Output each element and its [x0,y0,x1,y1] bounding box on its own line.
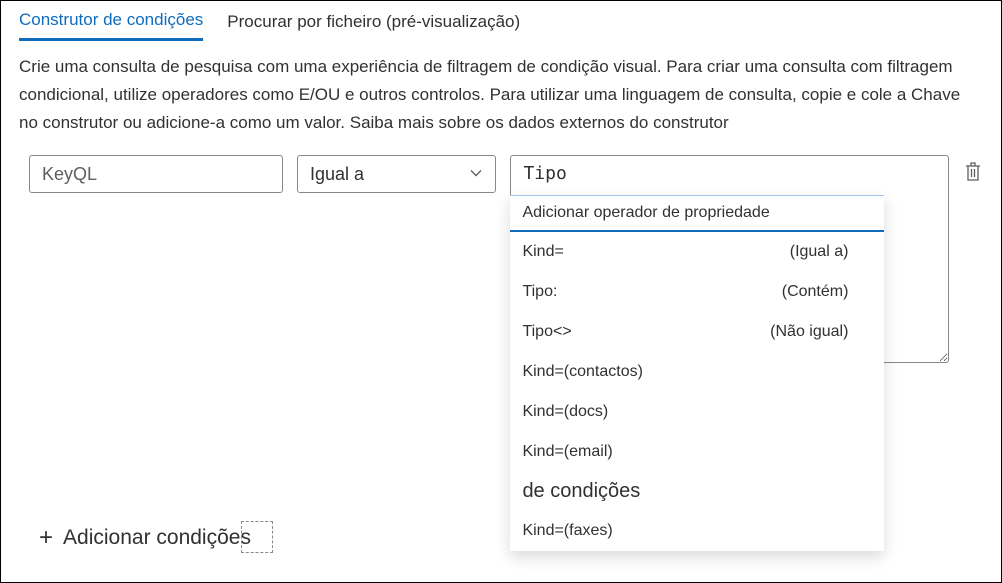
field-value-wrap: Tipo Adicionar operador de propriedade K… [510,155,949,366]
operator-label: Igual a [310,164,364,185]
dropdown-item-label: Tipo<> [522,323,571,341]
field-operator-select[interactable]: Igual a [297,155,496,193]
dropdown-item-label: Kind= [522,243,563,261]
dropdown-item-hint: (Igual a) [790,243,873,261]
description-text: Crie uma consulta de pesquisa com uma ex… [1,41,1001,141]
dropdown-item-hint: (Não igual) [770,323,872,341]
tabs-bar: Construtor de condições Procurar por fic… [1,1,1001,41]
dropdown-item[interactable]: Kind=(contactos) [510,352,884,392]
dropdown-item[interactable]: Kind= (Igual a) [510,232,884,272]
dropdown-item[interactable]: Kind=(docs) [510,392,884,432]
dropdown-item[interactable]: Tipo: (Contém) [510,272,884,312]
tab-condition-builder[interactable]: Construtor de condições [19,4,203,41]
property-operator-dropdown: Adicionar operador de propriedade Kind=(… [510,195,884,551]
add-conditions-label: Adicionar condições [63,526,251,550]
condition-row: Igual a Tipo Adicionar operador de propr… [1,141,1001,366]
dropdown-item-hint [848,443,872,461]
dropdown-item-label: Kind=(contactos) [522,363,643,381]
tab-search-file[interactable]: Procurar por ficheiro (pré-visualização) [227,6,520,40]
dropdown-item[interactable]: Kind=(email) [510,432,884,472]
dropdown-item-hint [848,522,872,540]
dropdown-item[interactable]: Tipo<> (Não igual) [510,312,884,352]
dropdown-item[interactable]: Kind=(faxes) [510,511,884,551]
dropdown-group-label: de condições [510,472,884,511]
dropdown-item-hint: (Contém) [782,283,873,301]
dropdown-header: Adicionar operador de propriedade [510,196,884,232]
chevron-down-icon [469,164,483,185]
dropdown-item-label: Kind=(faxes) [522,522,612,540]
dropdown-item-hint [848,363,872,381]
dropdown-item-label: Kind=(docs) [522,403,608,421]
add-conditions-button[interactable]: + Adicionar condições [39,524,251,552]
field-property-input[interactable] [29,155,283,193]
plus-icon: + [39,524,53,552]
dropdown-item-label: Kind=(email) [522,443,612,461]
dropdown-item-label: Tipo: [522,283,557,301]
dropdown-item-hint [848,403,872,421]
delete-icon[interactable] [963,161,983,186]
